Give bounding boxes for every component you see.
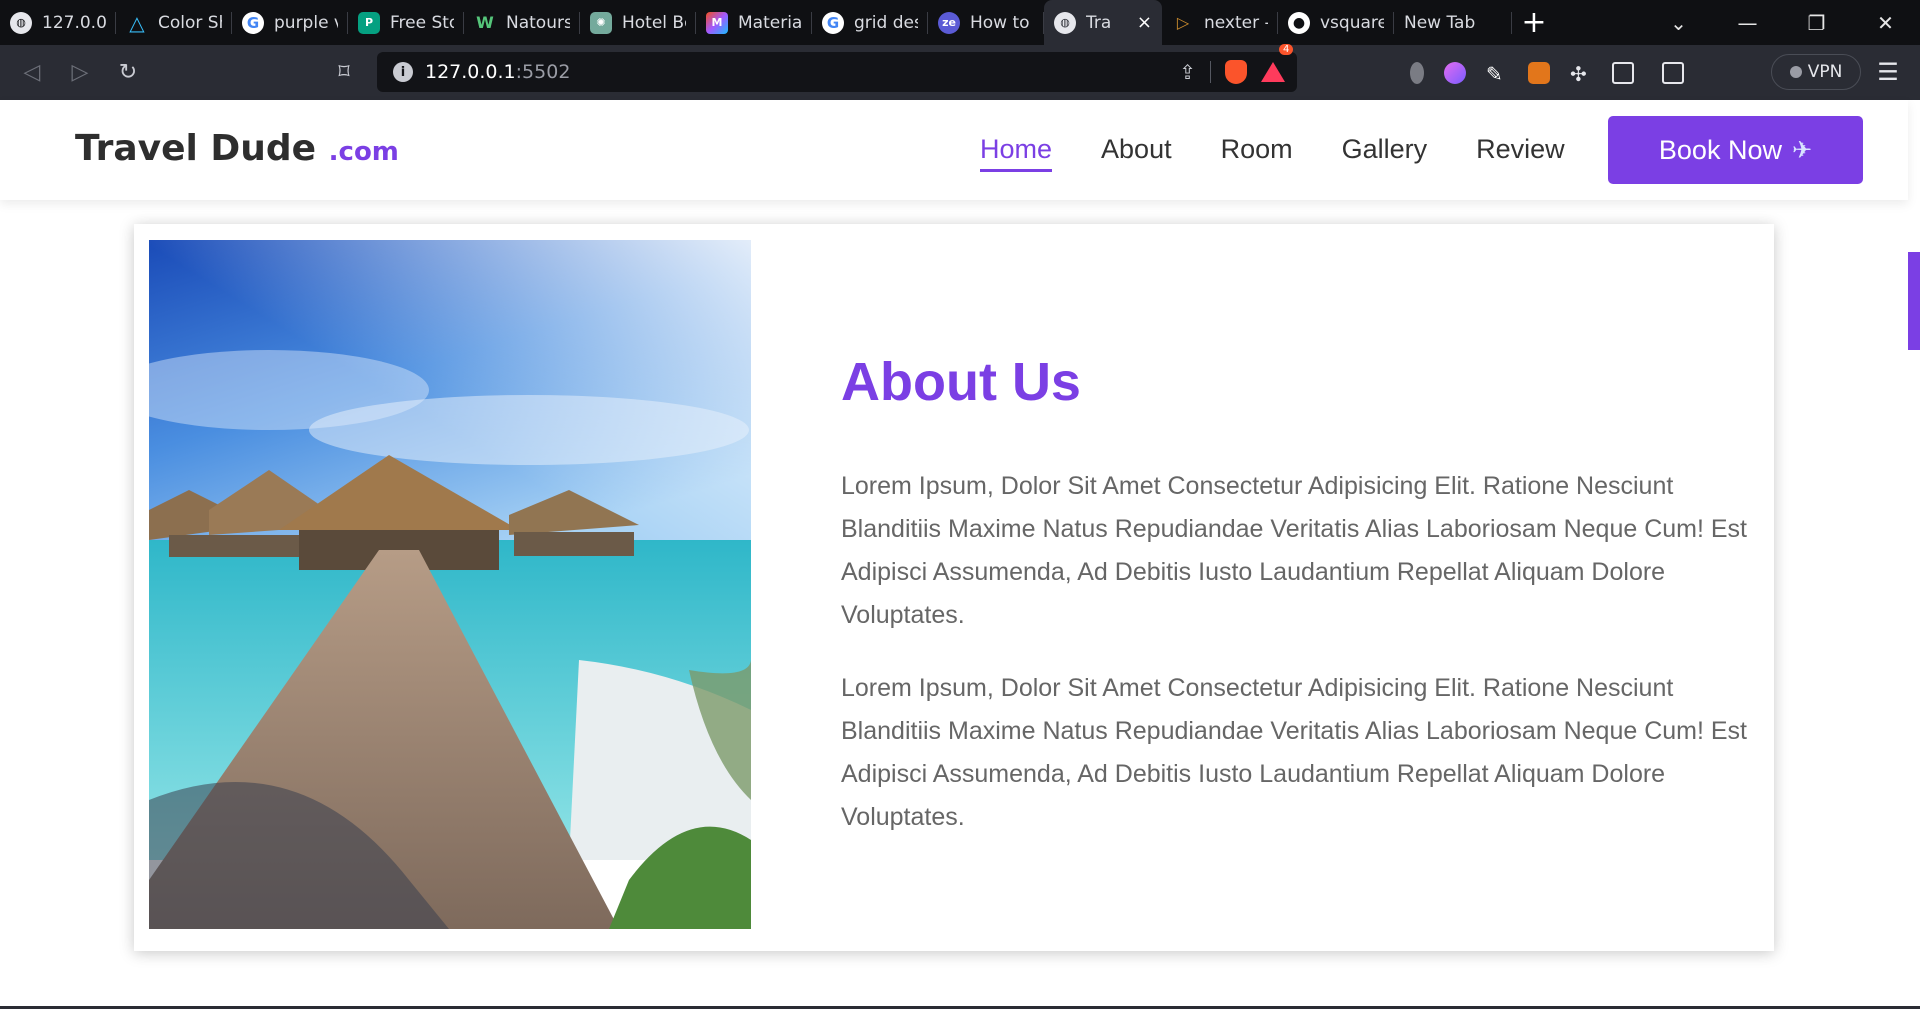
play-icon: ▷ bbox=[1176, 13, 1190, 32]
scroll-indicator[interactable] bbox=[1908, 252, 1920, 350]
color-picker-icon[interactable]: ✎ bbox=[1486, 62, 1508, 86]
browser-tab[interactable]: ▷ nexter - bbox=[1162, 0, 1278, 45]
extension-icon[interactable] bbox=[1444, 61, 1466, 84]
browser-tab[interactable]: ✺ Hotel Bo bbox=[580, 0, 696, 45]
extensions-row: ✎ ✣ bbox=[1410, 45, 1684, 100]
vpn-button[interactable]: VPN bbox=[1771, 54, 1861, 90]
tab-title: New Tab bbox=[1404, 12, 1476, 33]
metamask-icon[interactable] bbox=[1528, 61, 1550, 84]
browser-tab[interactable]: M Material bbox=[696, 0, 812, 45]
tab-title: grid des bbox=[854, 12, 918, 33]
about-text: About Us Lorem Ipsum, Dolor Sit Amet Con… bbox=[841, 351, 1761, 869]
about-paragraph: Lorem Ipsum, Dolor Sit Amet Consectetur … bbox=[841, 472, 1748, 629]
natours-icon: W bbox=[476, 13, 494, 32]
vpn-status-dot bbox=[1789, 66, 1802, 78]
about-heading: About Us bbox=[841, 352, 1081, 412]
nav-link-review[interactable]: Review bbox=[1476, 134, 1565, 172]
globe-icon: ◍ bbox=[1054, 11, 1076, 34]
logo-text: Travel Dude bbox=[75, 128, 317, 169]
resort-photo bbox=[149, 240, 751, 929]
main-nav: Home About Room Gallery Review bbox=[980, 134, 1565, 172]
bookmark-icon[interactable]: ⌑ bbox=[320, 53, 368, 93]
tab-title: nexter - bbox=[1204, 12, 1268, 33]
browser-toolbar: ◁ ▷ ↻ ⌑ i 127.0.0.1:5502 ⇪ 4 ✎ ✣ VPN ☰ bbox=[0, 44, 1920, 100]
plane-icon: ✈ bbox=[1791, 136, 1813, 164]
browser-tab[interactable]: ● vsquare bbox=[1278, 0, 1394, 45]
extensions-puzzle-icon[interactable]: ✣ bbox=[1570, 62, 1592, 86]
url-port: :5502 bbox=[515, 61, 571, 83]
book-now-button[interactable]: Book Now ✈ bbox=[1608, 116, 1863, 184]
new-tab-button[interactable]: + bbox=[1512, 0, 1556, 45]
back-icon[interactable]: ◁ bbox=[8, 53, 56, 93]
google-icon: G bbox=[242, 11, 264, 34]
chatgpt-icon: ✺ bbox=[590, 11, 612, 34]
nav-link-room[interactable]: Room bbox=[1221, 134, 1293, 172]
site-header: Travel Dude .com Home About Room Gallery… bbox=[0, 100, 1908, 200]
nav-link-gallery[interactable]: Gallery bbox=[1342, 134, 1428, 172]
vpn-label: VPN bbox=[1807, 62, 1843, 82]
tab-title: Color Sh bbox=[158, 12, 222, 33]
window-controls: ⌄ — ❐ ✕ bbox=[1644, 0, 1920, 45]
browser-tab[interactable]: △ Color Sh bbox=[116, 0, 232, 45]
restore-icon[interactable]: ❐ bbox=[1782, 0, 1851, 45]
browser-tab[interactable]: ze How to bbox=[928, 0, 1044, 45]
browser-tab[interactable]: P Free Sto bbox=[348, 0, 464, 45]
brave-shields-icon[interactable] bbox=[1225, 60, 1247, 84]
site-info-icon[interactable]: i bbox=[393, 62, 413, 82]
wallet-icon[interactable] bbox=[1662, 61, 1684, 84]
menu-icon[interactable]: ☰ bbox=[1870, 52, 1906, 92]
forward-icon[interactable]: ▷ bbox=[56, 53, 104, 93]
window-close-icon[interactable]: ✕ bbox=[1851, 0, 1920, 45]
reload-icon[interactable]: ↻ bbox=[104, 53, 152, 93]
browser-tab-active[interactable]: ◍ Tra × bbox=[1044, 0, 1162, 45]
tab-title: Tra bbox=[1086, 12, 1112, 33]
browser-tab[interactable]: W Natours bbox=[464, 0, 580, 45]
address-bar[interactable]: i 127.0.0.1:5502 ⇪ 4 bbox=[377, 44, 1297, 92]
tab-title: Hotel Bo bbox=[622, 12, 686, 33]
about-card: About Us Lorem Ipsum, Dolor Sit Amet Con… bbox=[134, 224, 1774, 951]
browser-tab[interactable]: G grid des bbox=[812, 0, 928, 45]
rewards-badge: 4 bbox=[1279, 44, 1294, 55]
figma-icon: M bbox=[706, 11, 728, 34]
logo-domain: .com bbox=[328, 137, 399, 167]
divider bbox=[1210, 61, 1211, 83]
extension-icon[interactable] bbox=[1410, 61, 1424, 84]
github-icon: ● bbox=[1288, 11, 1310, 34]
nav-link-home[interactable]: Home bbox=[980, 134, 1053, 172]
share-icon[interactable]: ⇪ bbox=[1179, 60, 1196, 84]
sidebar-toggle-icon[interactable] bbox=[1612, 61, 1634, 84]
nav-link-about[interactable]: About bbox=[1101, 134, 1172, 172]
tab-title: Natours bbox=[506, 12, 570, 33]
browser-tab[interactable]: G purple v bbox=[232, 0, 348, 45]
close-tab-icon[interactable]: × bbox=[1137, 12, 1152, 33]
tab-title: Free Sto bbox=[390, 12, 454, 33]
tab-title: Material bbox=[738, 12, 802, 33]
tab-search-chevron-icon[interactable]: ⌄ bbox=[1644, 0, 1713, 45]
brave-rewards-icon[interactable]: 4 bbox=[1261, 44, 1294, 82]
about-paragraph: Lorem Ipsum, Dolor Sit Amet Consectetur … bbox=[841, 674, 1748, 831]
tab-title: 127.0.0. bbox=[42, 12, 106, 33]
browser-tab[interactable]: ◍ 127.0.0. bbox=[0, 0, 116, 45]
ze-icon: ze bbox=[938, 11, 960, 34]
browser-tab-strip: ◍ 127.0.0. △ Color Sh G purple v P Free … bbox=[0, 0, 1920, 45]
book-now-label: Book Now bbox=[1658, 134, 1782, 165]
tab-title: How to bbox=[970, 12, 1030, 33]
google-icon: G bbox=[822, 11, 844, 34]
site-logo[interactable]: Travel Dude .com bbox=[75, 128, 399, 169]
tab-title: vsquare bbox=[1320, 12, 1384, 33]
triangle-logo-icon: △ bbox=[129, 10, 145, 35]
pexels-icon: P bbox=[358, 11, 380, 34]
minimize-icon[interactable]: — bbox=[1713, 0, 1782, 45]
globe-icon: ◍ bbox=[10, 11, 32, 34]
browser-tab[interactable]: New Tab bbox=[1394, 0, 1512, 45]
tab-title: purple v bbox=[274, 12, 338, 33]
url-host: 127.0.0.1 bbox=[425, 61, 516, 83]
